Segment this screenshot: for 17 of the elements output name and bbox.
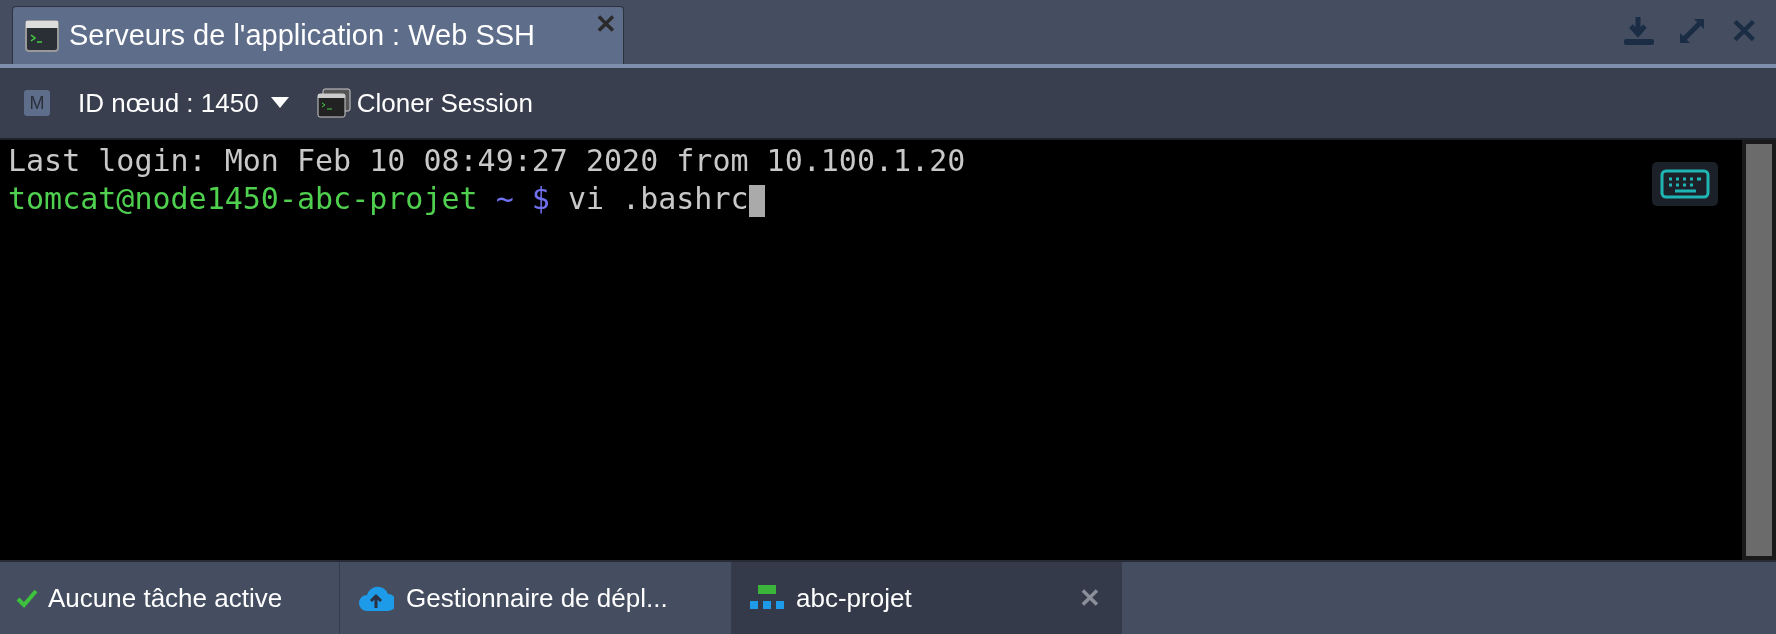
taskbar-tab[interactable]: abc-projet ✕ bbox=[732, 562, 1122, 634]
terminal-window-icon bbox=[25, 19, 59, 52]
caret-icon bbox=[270, 97, 289, 109]
keyboard-button[interactable] bbox=[1652, 162, 1718, 206]
cloud-upload-icon bbox=[358, 584, 394, 612]
check-icon bbox=[16, 588, 38, 608]
clone-session-button[interactable]: Cloner Session bbox=[316, 87, 533, 119]
terminal-windows-icon bbox=[316, 88, 351, 118]
node-dropdown[interactable]: ID nœud : 1450 bbox=[70, 87, 297, 119]
window-title: Serveurs de l'application : Web SSH bbox=[69, 19, 535, 52]
terminal-line: tomcat@node1450-abc-projet ~ $ vi .bashrc bbox=[8, 180, 765, 218]
window-tab[interactable]: Serveurs de l'application : Web SSH ✕ bbox=[12, 6, 624, 64]
hierarchy-icon bbox=[750, 585, 784, 611]
scrollbar[interactable] bbox=[1742, 140, 1776, 560]
task-status: Aucune tâche active bbox=[48, 582, 283, 614]
node-badge: M bbox=[24, 90, 50, 116]
terminal-line: Last login: Mon Feb 10 08:49:27 2020 from 10.100.1.20 bbox=[8, 142, 966, 180]
